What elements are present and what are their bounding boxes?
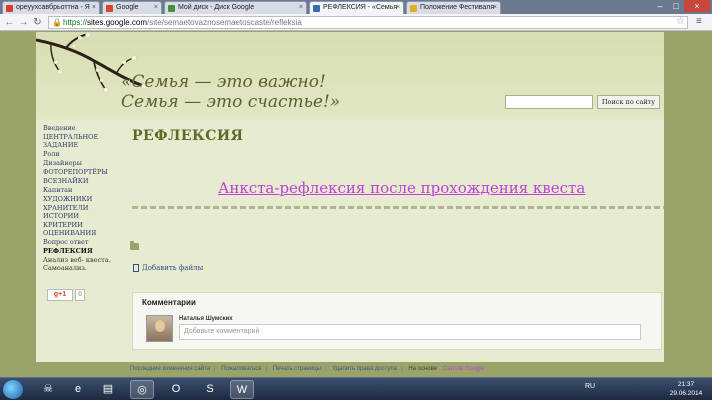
bookmark-star-icon[interactable]: ☆ <box>676 16 685 27</box>
url-host: sites.google.com <box>87 18 148 27</box>
site-footer: Последние изменения сайта | Пожаловаться |… <box>130 366 485 372</box>
footer-link-report[interactable]: Пожаловаться <box>221 366 261 372</box>
close-icon[interactable]: × <box>493 2 497 14</box>
footer-link-print[interactable]: Печать страницы <box>273 366 321 372</box>
sidebar-item-qa[interactable]: Вопрос ответ <box>43 238 125 246</box>
tab-favicon-icon <box>168 5 175 12</box>
tab-favicon-icon <box>410 5 417 12</box>
close-icon[interactable]: × <box>299 2 303 14</box>
clock[interactable]: 21:37 29.06.2014 <box>664 380 708 398</box>
sidebar-item-central-task[interactable]: ЦЕНТРАЛЬНОЕ ЗАДАНИЕ <box>43 133 125 149</box>
avatar <box>146 315 173 342</box>
file-icon <box>133 264 139 272</box>
gplus-button[interactable]: g+1 <box>47 289 73 301</box>
sidebar-item-captain[interactable]: Капитан <box>43 186 125 194</box>
skull-app-icon[interactable]: ☠ <box>36 380 60 399</box>
comments-title: Комментарии <box>142 298 196 307</box>
sidebar-item-designers[interactable]: Дизайнеры <box>43 159 125 167</box>
forward-icon[interactable]: → <box>17 16 30 29</box>
tab-favicon-icon <box>313 5 320 12</box>
comment-input[interactable]: Добавьте комментарий <box>179 324 641 340</box>
divider <box>132 206 664 209</box>
add-files-label: Добавить файлы <box>142 264 204 272</box>
close-icon[interactable]: × <box>154 2 158 14</box>
footer-link-recent-changes[interactable]: Последние изменения сайта <box>130 366 210 372</box>
site-header: «Семья — это важно! Семья — это счастье!… <box>36 32 664 120</box>
tab-label: Положение Фестиваля <box>420 4 495 11</box>
tab-favicon-icon <box>106 5 113 12</box>
language-indicator[interactable]: RU <box>585 383 595 390</box>
sidebar-item-artists[interactable]: ХУДОЖНИКИ <box>43 195 125 203</box>
gplus-count: 0 <box>75 289 85 301</box>
sidebar-item-history-keepers[interactable]: ХРАНИТЕЛИ ИСТОРИИ <box>43 204 125 220</box>
windows-taskbar: ☠ e ▤ ◎ O S W RU 21:37 29.06.2014 <box>0 377 712 400</box>
skype-icon[interactable]: S <box>198 380 222 399</box>
window-close-icon[interactable]: × <box>684 0 710 12</box>
clock-date: 29.06.2014 <box>669 390 703 397</box>
tab-favicon-icon <box>6 5 13 12</box>
sidebar-item-roles[interactable]: Роли <box>43 150 125 158</box>
folder-explorer-icon[interactable]: ▤ <box>96 380 120 399</box>
tab-label: ореуухсавбрьоттна - Я <box>16 4 90 11</box>
sidebar-item-photoreporters[interactable]: ФОТОРЕПОРТЁРЫ <box>43 168 125 176</box>
comment-author: Наталья Шумских <box>179 316 233 322</box>
site-page: «Семья — это важно! Семья — это счастье!… <box>36 32 664 362</box>
url-scheme: https:// <box>63 18 88 27</box>
browser-tab-bar: ореуухсавбрьоттна - Я × Google × Мой дис… <box>0 0 712 15</box>
tab-label: Google <box>116 4 139 11</box>
sidebar-item-reflexia[interactable]: РЕФЛЕКСИЯ <box>43 247 125 255</box>
sidebar-item-know-it-alls[interactable]: ВСЕЗНАЙКИ <box>43 177 125 185</box>
internet-explorer-icon[interactable]: e <box>66 380 90 399</box>
site-title-line2: Семья — это счастье!» <box>121 92 341 112</box>
reflexia-survey-link[interactable]: Анкста-рефлексия после прохождения квест… <box>218 179 585 197</box>
sidebar-item-criteria[interactable]: КРИТЕРИИ ОЦЕНИВАНИЯ <box>43 221 125 237</box>
sidebar-item-analysis[interactable]: Анализ веб- квеста. Самоанализ. <box>43 256 125 272</box>
site-title-line1: «Семья — это важно! <box>121 72 326 92</box>
tab-reflexia[interactable]: РЕФЛЕКСИЯ - «Семья × <box>309 1 404 15</box>
tab-google[interactable]: Google × <box>102 1 162 14</box>
close-icon[interactable]: × <box>92 2 96 14</box>
url-path: /site/semaetovaznosemaetoscaste/refleksi… <box>147 18 302 27</box>
start-button[interactable] <box>3 380 23 399</box>
page-title: РЕФЛЕКСИЯ <box>132 128 244 144</box>
menu-icon[interactable]: ≡ <box>696 16 702 27</box>
comments-panel: Комментарии Наталья Шумских Добавьте ком… <box>132 292 662 350</box>
site-title: «Семья — это важно! Семья — это счастье!… <box>121 72 340 112</box>
tab-festival[interactable]: Положение Фестиваля × <box>406 1 501 14</box>
lock-icon: 🔒 <box>52 18 62 27</box>
minimize-icon[interactable]: – <box>652 0 668 12</box>
word-icon[interactable]: W <box>230 380 254 399</box>
maximize-icon[interactable]: □ <box>668 0 684 12</box>
footer-link-remove-access[interactable]: Удалить права доступа <box>332 366 397 372</box>
footer-powered-link[interactable]: Сайтов Google <box>443 366 484 372</box>
url-field[interactable]: 🔒 https://sites.google.com/site/semaetov… <box>48 16 688 29</box>
sidebar-item-intro[interactable]: Введение <box>43 124 125 132</box>
back-icon[interactable]: ← <box>3 16 16 29</box>
add-files-link[interactable]: Добавить файлы <box>133 264 203 272</box>
site-search-input[interactable] <box>505 95 593 109</box>
opera-icon[interactable]: O <box>164 380 188 399</box>
chrome-icon[interactable]: ◎ <box>130 380 154 399</box>
tab-google-drive[interactable]: Мой диск - Диск Google × <box>164 1 307 14</box>
site-search-button[interactable]: Поиск по сайту <box>597 95 660 109</box>
tab-yandex[interactable]: ореуухсавбрьоттна - Я × <box>2 1 100 14</box>
clock-time: 21:37 <box>677 381 695 388</box>
sidebar-nav: Введение ЦЕНТРАЛЬНОЕ ЗАДАНИЕ Роли Дизайн… <box>43 124 125 273</box>
tab-label: РЕФЛЕКСИЯ - «Семья <box>323 4 398 11</box>
tab-label: Мой диск - Диск Google <box>178 4 255 11</box>
footer-powered-text: На основе <box>408 366 438 372</box>
address-bar: ← → ↻ 🔒 https://sites.google.com/site/se… <box>0 14 712 31</box>
reload-icon[interactable]: ↻ <box>31 16 44 29</box>
close-icon[interactable]: × <box>396 2 400 14</box>
folder-icon <box>130 241 139 250</box>
